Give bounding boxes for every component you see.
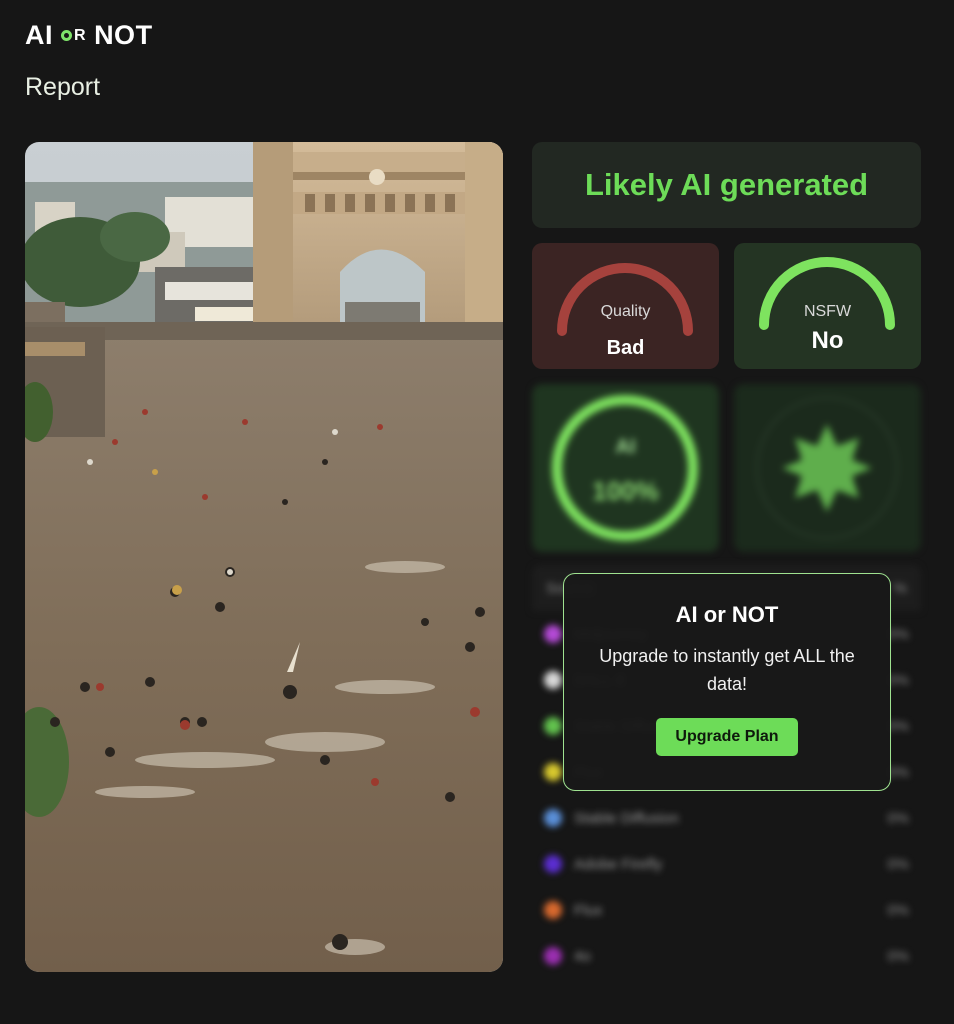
source-color-dot-icon — [544, 717, 562, 735]
upgrade-modal-title: AI or NOT — [675, 602, 779, 627]
logo-r-text: R — [74, 26, 87, 44]
nsfw-gauge-card: NSFW No — [734, 243, 921, 369]
source-color-dot-icon — [544, 855, 562, 873]
source-color-dot-icon — [544, 947, 562, 965]
source-percent: 0% — [887, 855, 909, 873]
quality-label: Quality — [600, 303, 651, 320]
source-percent: 0% — [887, 809, 909, 827]
source-percent: 0% — [887, 901, 909, 919]
starburst-icon — [756, 397, 898, 539]
verdict-banner: Likely AI generated — [532, 142, 921, 228]
source-color-dot-icon — [544, 809, 562, 827]
logo-ring-icon — [61, 30, 72, 41]
analyzed-image — [25, 142, 503, 972]
source-color-dot-icon — [544, 671, 562, 689]
flood-scene-image — [25, 142, 503, 972]
source-name: 4o — [574, 947, 591, 965]
source-name: Stable Diffusion — [574, 809, 679, 827]
ai-score-card: AI 100% — [532, 384, 719, 552]
upgrade-modal: AI or NOT Upgrade to instantly get ALL t… — [563, 573, 891, 791]
source-color-dot-icon — [544, 763, 562, 781]
source-color-dot-icon — [544, 625, 562, 643]
list-item: Flux 0% — [532, 887, 921, 933]
nsfw-label: NSFW — [803, 303, 852, 320]
app-logo[interactable]: AI R NOT — [25, 20, 153, 51]
ai-score-label: AI — [615, 436, 636, 458]
verdict-text: Likely AI generated — [584, 167, 869, 202]
list-item: 4o 0% — [532, 933, 921, 979]
ai-score-ring-icon — [552, 395, 698, 541]
nsfw-value: No — [811, 327, 844, 354]
source-name: Adobe Firefly — [574, 855, 663, 873]
ai-score-value: 100% — [592, 476, 659, 506]
page-title: Report — [25, 73, 101, 101]
logo-not-text: NOT — [94, 20, 153, 50]
source-color-dot-icon — [544, 901, 562, 919]
quality-gauge-card: Quality Bad — [532, 243, 719, 369]
source-burst-card — [734, 384, 921, 552]
breakdown-header-right: % — [893, 579, 907, 597]
logo-or-mark: R — [61, 27, 86, 45]
quality-value: Bad — [606, 337, 645, 359]
upgrade-modal-text: Upgrade to instantly get ALL the data! — [599, 646, 855, 694]
upgrade-plan-button[interactable]: Upgrade Plan — [656, 718, 798, 756]
list-item: Stable Diffusion 0% — [532, 795, 921, 841]
list-item: Adobe Firefly 0% — [532, 841, 921, 887]
logo-ai-text: AI — [25, 20, 53, 50]
source-name: Flux — [574, 901, 603, 919]
source-percent: 0% — [887, 947, 909, 965]
